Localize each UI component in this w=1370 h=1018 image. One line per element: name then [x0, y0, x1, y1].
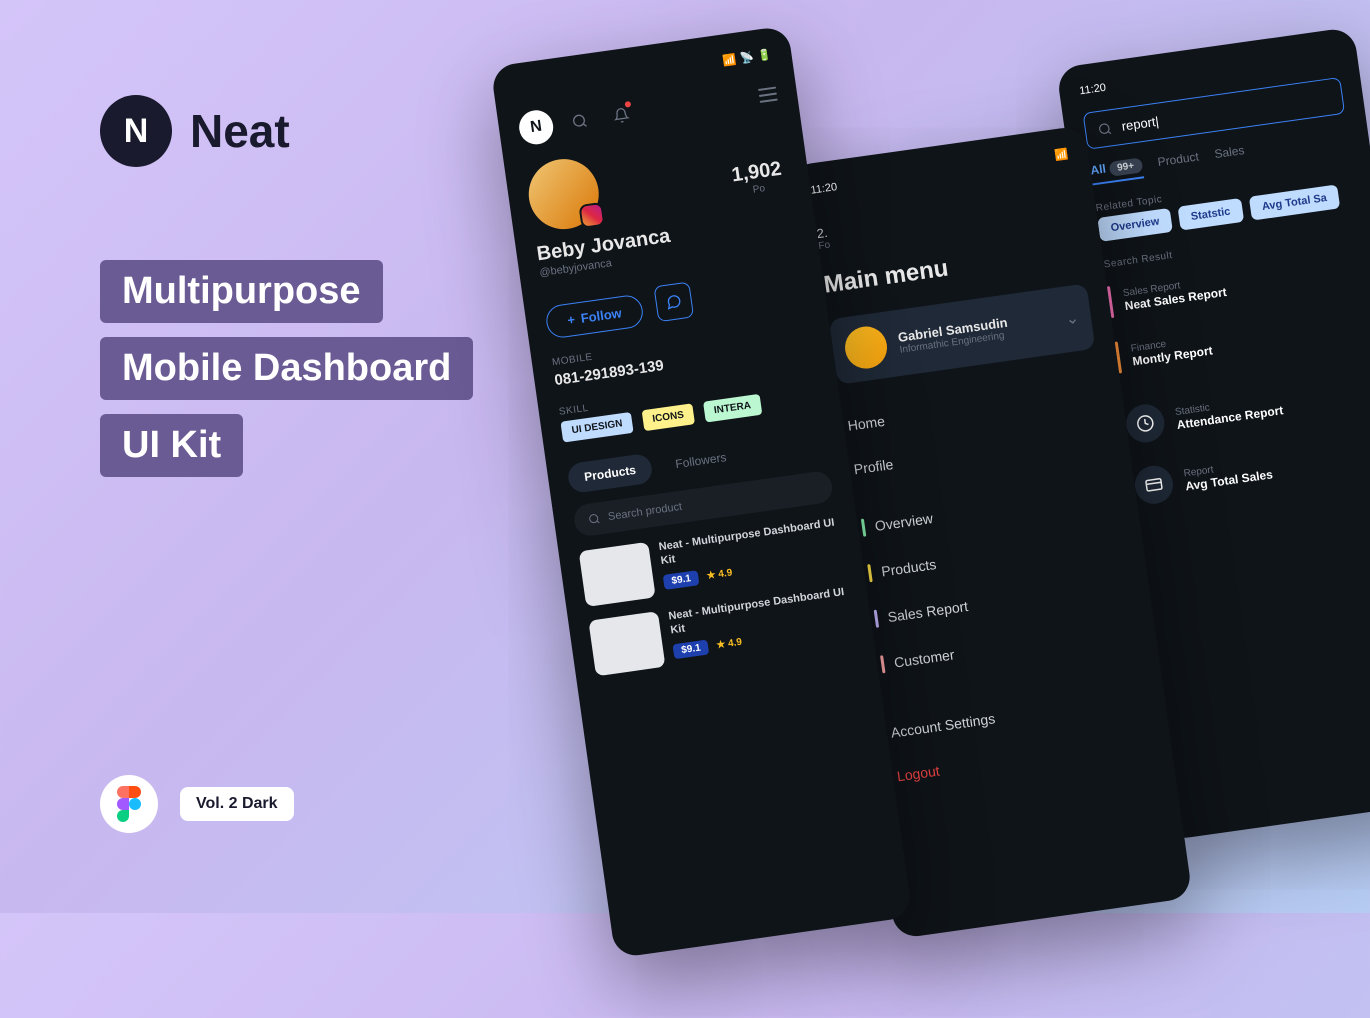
product-rating: ★ 4.9: [706, 567, 733, 581]
status-time: 11:20: [810, 181, 838, 197]
status-bar: 11:20 📶: [810, 148, 1069, 197]
plus-icon: +: [566, 312, 576, 328]
card-icon: [1132, 463, 1175, 506]
tab-product[interactable]: Product: [1157, 149, 1201, 175]
product-rating: ★ 4.9: [716, 636, 743, 650]
search-icon: [587, 512, 601, 526]
chat-button[interactable]: [654, 281, 695, 322]
skill-tag[interactable]: ICONS: [641, 403, 695, 431]
app-logo[interactable]: N: [517, 108, 555, 146]
posts-stat: 1,902 Po: [730, 158, 784, 199]
user-avatar: [842, 324, 889, 371]
brand-header: N Neat: [100, 95, 290, 167]
search-placeholder: Search product: [607, 501, 683, 523]
tab-sales[interactable]: Sales: [1214, 143, 1247, 167]
tools-row: Vol. 2 Dark: [100, 775, 294, 833]
instagram-badge-icon: [578, 202, 605, 229]
brand-logo: N: [100, 95, 172, 167]
status-icons: 📶: [1054, 148, 1069, 163]
user-card[interactable]: Gabriel Samsudin Informathic Engineering…: [829, 283, 1096, 385]
signal-icon: 📶: [722, 53, 737, 68]
figma-icon: [100, 775, 158, 833]
count-badge: 99+: [1108, 157, 1143, 176]
menu-icon[interactable]: [758, 87, 778, 103]
volume-badge: Vol. 2 Dark: [180, 787, 294, 821]
tab-followers[interactable]: Followers: [658, 440, 745, 481]
follow-button[interactable]: +Follow: [544, 293, 644, 339]
search-icon[interactable]: [563, 104, 597, 138]
profile-avatar[interactable]: [524, 155, 603, 234]
headline-line-1: Multipurpose: [100, 260, 383, 323]
headline-line-3: UI Kit: [100, 414, 243, 477]
skill-tag[interactable]: UI DESIGN: [560, 412, 633, 443]
tab-all[interactable]: All 99+: [1090, 156, 1144, 185]
product-price: $9.1: [663, 570, 700, 590]
status-time: 11:20: [1079, 82, 1107, 98]
clock-icon: [1124, 402, 1167, 445]
phone-mockups: 📶 📡 🔋 N 1,902 Po Beby Jovanca @bebyjovan…: [485, 0, 1370, 1018]
topic-tag[interactable]: Statstic: [1177, 198, 1243, 231]
wifi-icon: 📡: [739, 50, 754, 65]
product-thumbnail: [588, 611, 665, 676]
skill-tag[interactable]: INTERA: [703, 394, 763, 423]
chevron-down-icon[interactable]: ⌄: [1064, 308, 1080, 330]
headline-line-2: Mobile Dashboard: [100, 337, 473, 400]
product-price: $9.1: [672, 639, 709, 659]
battery-icon: 🔋: [757, 48, 772, 63]
menu-indicator: [861, 519, 866, 537]
search-input[interactable]: [1121, 90, 1331, 134]
status-icons: 📶 📡 🔋: [722, 48, 772, 68]
menu-indicator: [880, 655, 885, 673]
brand-name: Neat: [190, 104, 290, 158]
menu-indicator: [867, 564, 872, 582]
tab-products[interactable]: Products: [566, 453, 653, 494]
topic-tag[interactable]: Overview: [1097, 208, 1173, 242]
signal-icon: 📶: [1054, 148, 1069, 163]
headline: Multipurpose Mobile Dashboard UI Kit: [100, 260, 473, 491]
product-thumbnail: [579, 542, 656, 607]
bell-icon[interactable]: [604, 98, 638, 132]
search-icon: [1097, 121, 1113, 137]
menu-indicator: [874, 610, 879, 628]
